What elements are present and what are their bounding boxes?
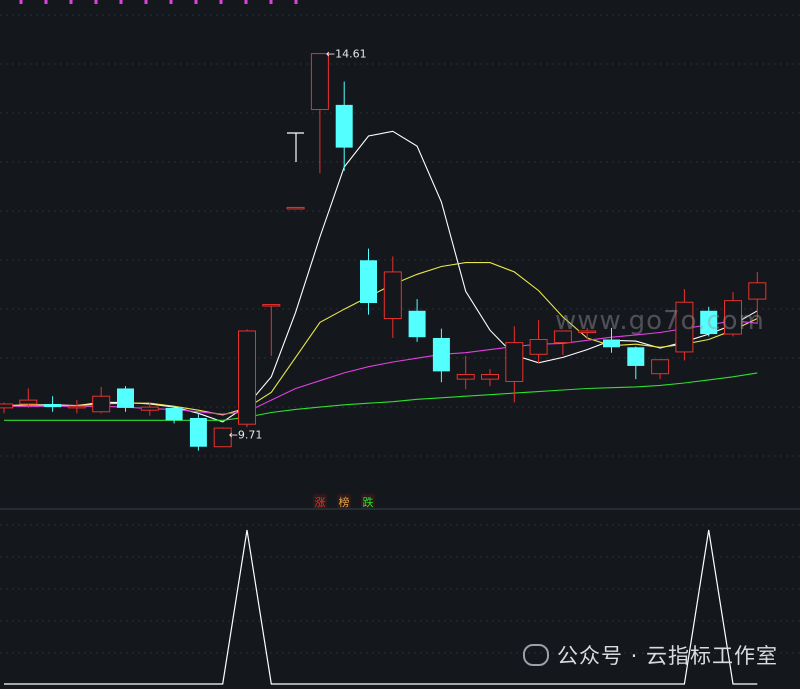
candle-body [67,405,86,409]
candle-body [238,330,256,425]
top-marker [44,0,48,4]
candle [360,248,377,315]
candle-body [383,271,402,320]
candle-body [117,388,134,408]
price-annotation: ←9.71 [229,428,263,441]
legend: 涨榜跌 [313,494,375,509]
candle [262,304,281,356]
candle [651,359,670,380]
top-marker [144,0,148,4]
candle [0,402,13,414]
top-marker [169,0,173,4]
candle-body [603,339,620,348]
candle-body [627,347,645,366]
candle-body [651,359,670,375]
candle-body [335,104,353,148]
candle-body [92,395,111,413]
candle-body [505,342,524,382]
candle-body [189,417,207,447]
moving-average-lines [3,130,758,423]
candle [408,299,426,342]
legend-label: 榜 [339,495,350,509]
site-watermark: www.go7o.com [555,306,765,336]
candle [505,326,524,403]
candle-body [0,403,13,409]
candle [383,256,402,338]
candle-body [748,282,767,300]
candle-body [408,310,426,338]
candle-body [262,304,281,307]
ma-line-2 [3,262,758,416]
chart-stage: ←14.61 ←9.71 涨榜跌 www.go7o.com 公众号 · 云指标工作… [0,0,800,685]
candle-body [140,406,159,411]
top-marker [19,0,23,4]
stock-chart: ←14.61 ←9.71 涨榜跌 [0,0,800,685]
candle [432,328,450,383]
candle [189,413,207,451]
top-marker [269,0,273,4]
candle-body [286,206,305,210]
candle-body [481,373,499,380]
account-watermark: 公众号 · 云指标工作室 [522,640,778,670]
candle [481,369,499,387]
candle-body [165,407,183,421]
candle-body [432,337,450,372]
wechat-icon [522,644,549,666]
top-marker [69,0,73,4]
top-marker [194,0,198,4]
ma-line-1 [3,130,758,423]
account-name: 公众号 · 云指标工作室 [556,644,778,668]
top-marker [94,0,98,4]
ma-line-4 [4,372,758,421]
candle-body [456,373,475,380]
candle [335,81,353,171]
legend-label: 跌 [363,495,374,509]
candle [456,355,475,390]
candle-body [310,53,329,111]
legend-label: 涨 [315,496,326,509]
candle [286,206,305,210]
top-edge-markers [19,0,298,4]
candle-body [360,260,377,303]
candle-body [44,404,62,408]
candle [67,400,86,414]
candle-body [529,339,548,355]
top-marker [294,0,298,4]
top-marker [219,0,223,4]
candle-body [19,399,38,405]
candle [92,386,111,414]
candle [529,320,548,364]
candle [238,329,256,428]
top-marker [119,0,123,4]
top-marker [244,0,248,4]
price-annotation: ←14.61 [326,48,367,61]
candle [627,346,645,380]
candle [44,396,62,412]
